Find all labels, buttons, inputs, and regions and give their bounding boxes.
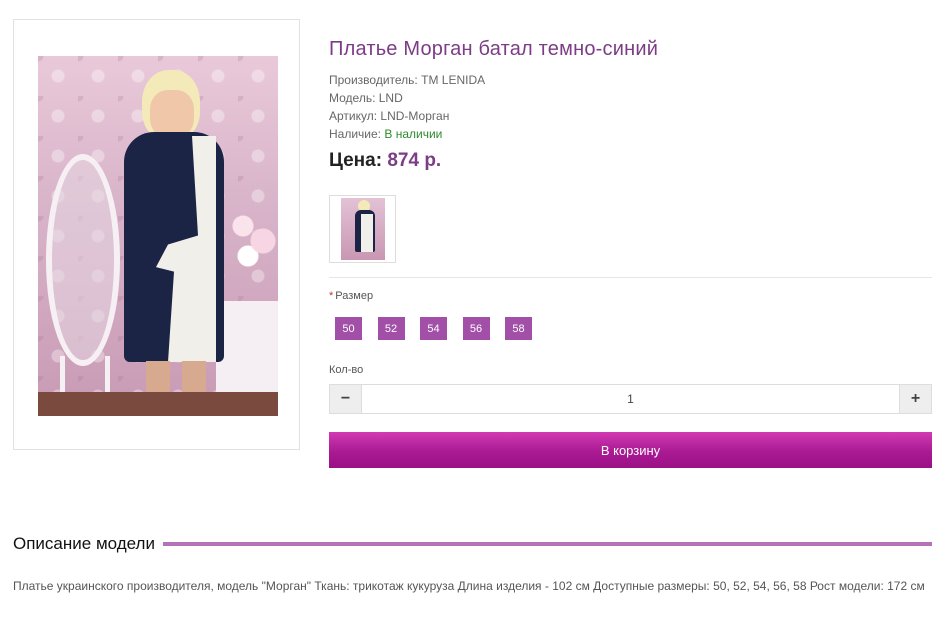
description-heading-row: Описание модели [13,532,932,556]
main-product-image[interactable] [13,19,300,450]
size-options: 50 52 54 56 58 [335,317,548,340]
size-option-56[interactable]: 56 [462,317,490,340]
product-photo[interactable] [38,56,278,416]
size-option-58[interactable]: 58 [505,317,532,340]
size-label-text: Размер [335,290,374,302]
product-thumbnail[interactable] [329,195,396,263]
sku-row: Артикул: LND-Морган [329,107,449,125]
model-row: Модель: LND [329,89,403,107]
add-to-cart-button[interactable]: В корзину [329,432,932,468]
price-value: 874 р. [387,150,442,171]
options-divider [329,277,932,278]
model-value: LND [378,91,403,105]
description-heading: Описание модели [13,534,155,553]
description-text: Платье украинского производителя, модель… [13,579,925,593]
product-title: Платье Морган батал темно-синий [329,38,659,60]
heading-underline [162,542,932,546]
size-option-50[interactable]: 50 [335,317,362,340]
thumbnail-dress-light [361,214,373,252]
availability-status: В наличии [384,127,443,141]
model-label: Модель: [329,91,376,105]
availability-row: Наличие: В наличии [329,125,442,143]
price-label: Цена: [329,150,383,171]
plus-icon[interactable]: + [900,385,931,413]
manufacturer-value[interactable]: TM LENIDA [421,73,485,87]
sku-value: LND-Морган [380,109,450,123]
size-option-52[interactable]: 52 [377,317,405,340]
size-option-54[interactable]: 54 [420,317,447,340]
quantity-label: Кол-во [329,364,364,376]
size-option-label: * Размер [329,290,373,302]
thumbnail-image [341,198,385,260]
photo-floor [38,392,278,416]
minus-icon[interactable]: − [330,385,361,413]
price-row: Цена: 874 р. [329,150,441,172]
availability-label: Наличие: [329,127,382,141]
quantity-input[interactable] [361,385,900,413]
photo-mirror [46,154,120,366]
required-mark: * [329,290,334,302]
photo-flowers [228,206,278,276]
manufacturer-label: Производитель: [329,73,418,87]
photo-model-face [150,90,194,138]
sku-label: Артикул: [329,109,378,123]
quantity-stepper: − + [329,384,932,414]
manufacturer-row: Производитель: TM LENIDA [329,71,485,89]
